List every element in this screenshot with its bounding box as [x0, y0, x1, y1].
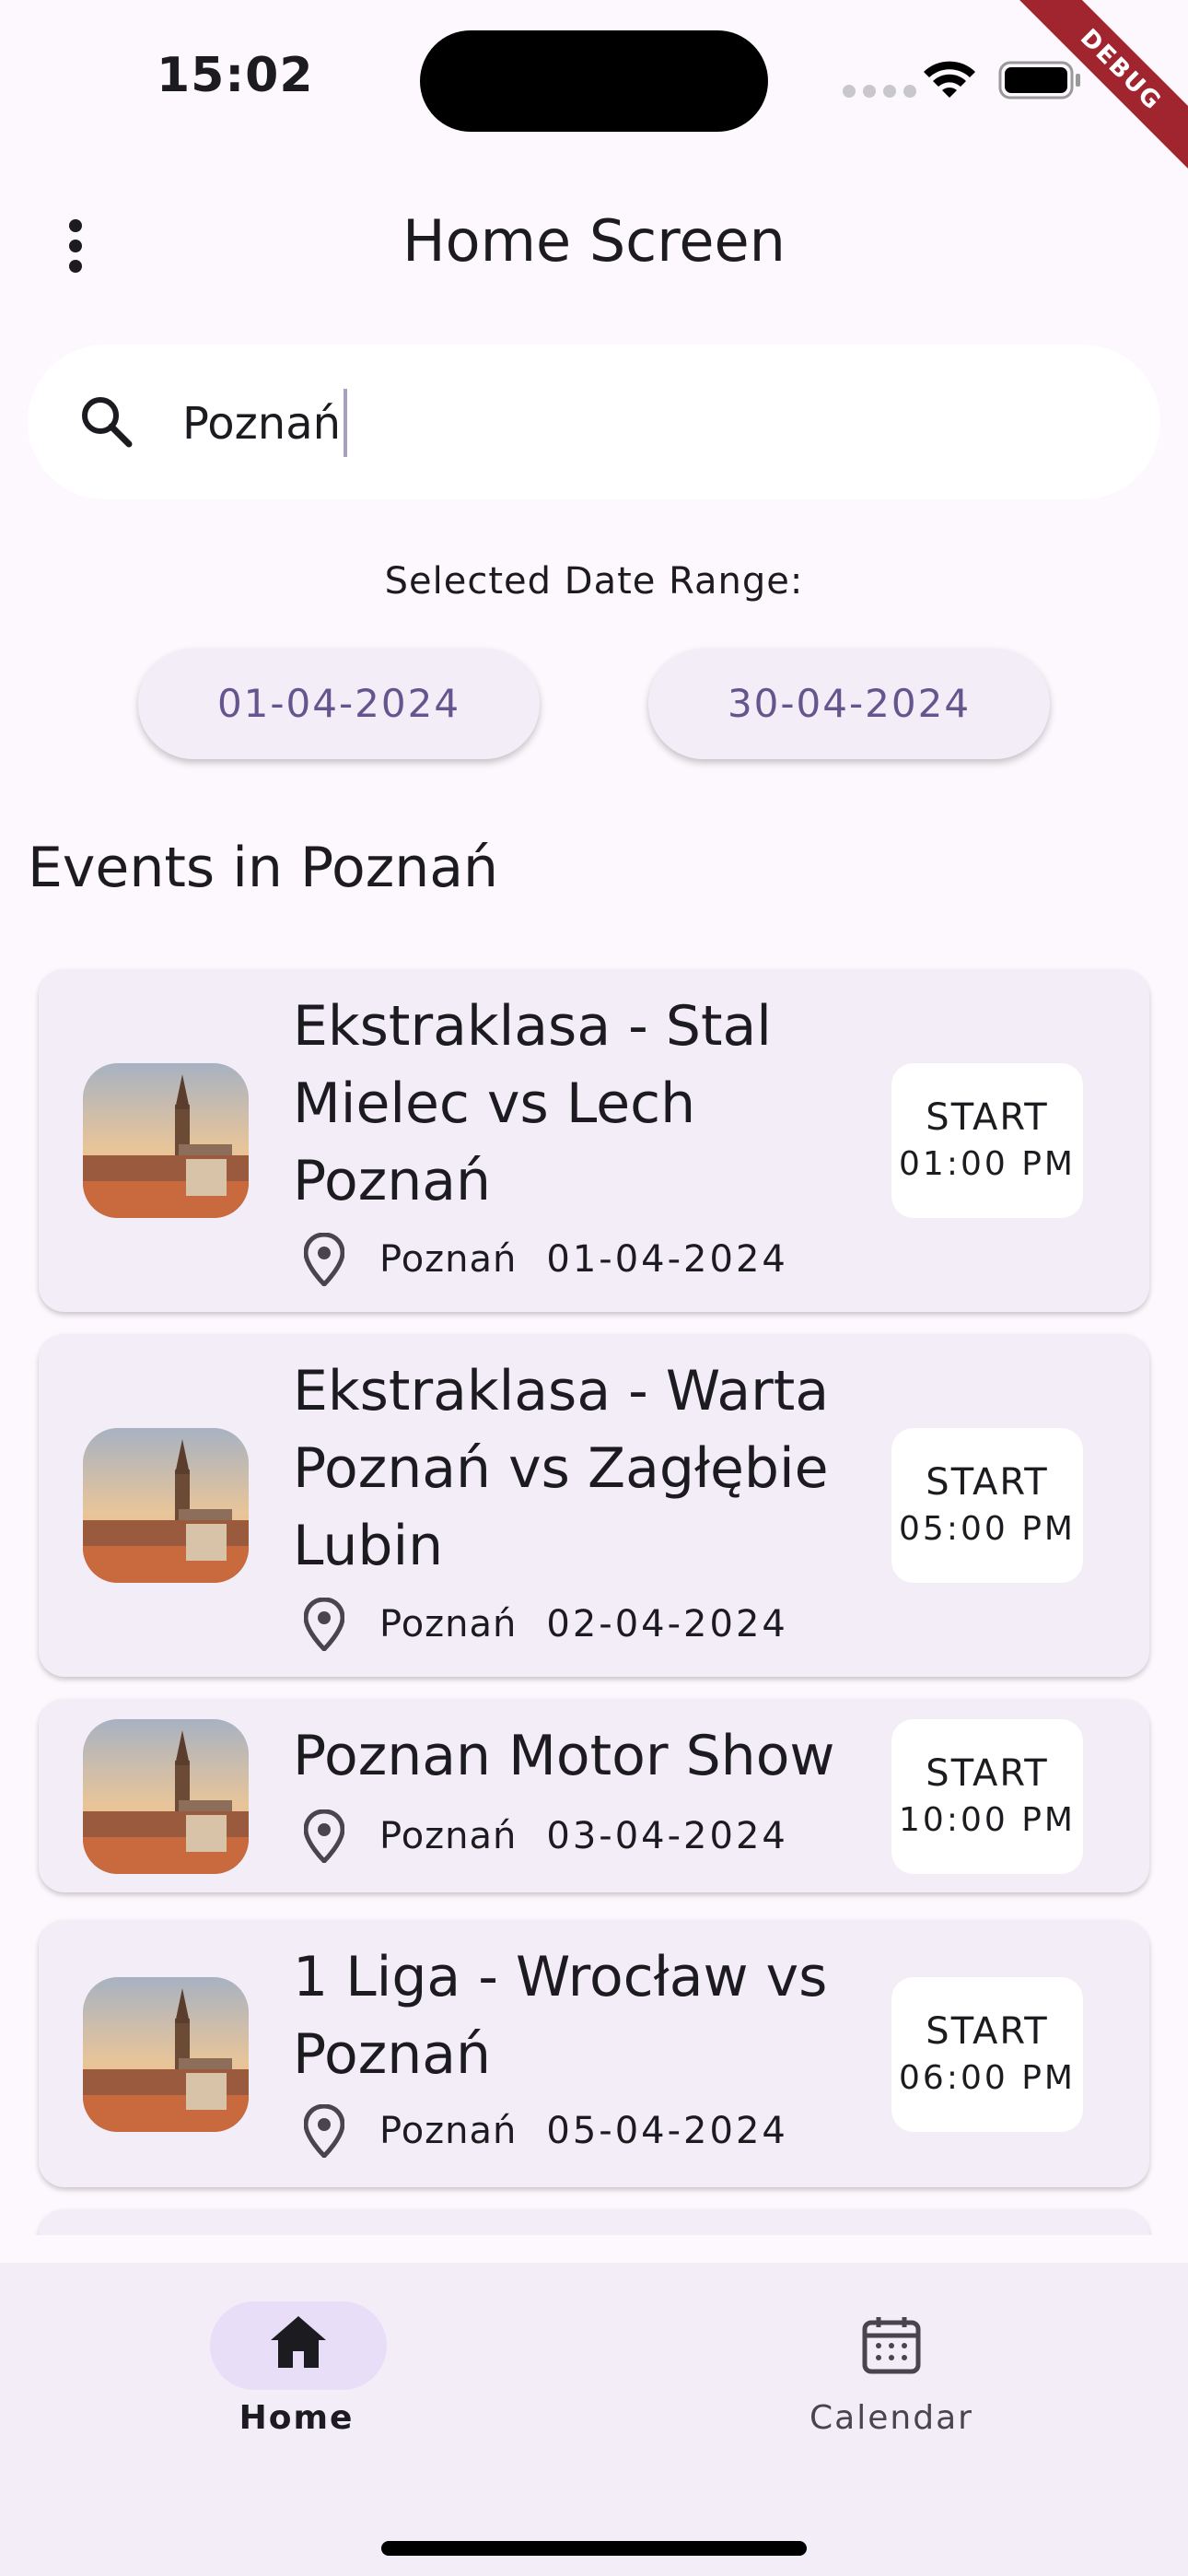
section-title: Events in Poznań [28, 836, 499, 900]
search-input[interactable] [182, 391, 1011, 457]
search-icon[interactable] [76, 391, 140, 455]
event-start-badge: START 06:00 PM [891, 1977, 1083, 2132]
home-icon[interactable] [267, 2313, 330, 2371]
bottom-navigation-bar [0, 2263, 1188, 2576]
event-card[interactable]: Poznan Motor Show Poznań 03-04-2024 STAR… [39, 1699, 1149, 1892]
event-date: 03-04-2024 [546, 1815, 788, 1857]
page-title: Home Screen [402, 207, 786, 275]
nav-calendar-label[interactable]: Calendar [799, 2399, 984, 2437]
event-meta: Poznań 05-04-2024 [304, 2104, 788, 2158]
event-meta: Poznań 02-04-2024 [304, 1598, 788, 1651]
dynamic-island [420, 30, 768, 132]
event-card[interactable]: Ekstraklasa - Warta Poznań vs Zagłębie Lub… [39, 1334, 1149, 1677]
text-cursor [344, 389, 347, 457]
event-title: Ekstraklasa - Warta Poznań vs Zagłębie Lub… [293, 1359, 830, 1578]
event-title: Poznan Motor Show [293, 1724, 835, 1788]
end-date-button[interactable]: 30-04-2024 [648, 649, 1050, 759]
date-range-caption: Selected Date Range: [384, 560, 804, 603]
event-city: Poznań [379, 1815, 518, 1857]
start-date-button[interactable]: 01-04-2024 [138, 649, 540, 759]
event-thumbnail [83, 1063, 249, 1218]
event-date: 02-04-2024 [546, 1603, 788, 1645]
cellular-signal-icon [843, 85, 916, 98]
wifi-icon [924, 61, 975, 98]
event-city: Poznań [379, 2110, 518, 2152]
event-date: 05-04-2024 [546, 2110, 788, 2152]
event-title: Ekstraklasa - Stal Mielec vs Lech Poznań [293, 994, 772, 1213]
event-meta: Poznań 03-04-2024 [304, 1809, 788, 1863]
event-title: 1 Liga - Wrocław vs Poznań [293, 1945, 828, 2087]
event-meta: Poznań 01-04-2024 [304, 1233, 788, 1286]
location-pin-icon [304, 2104, 344, 2158]
nav-home-label[interactable]: Home [212, 2399, 381, 2437]
battery-icon [998, 61, 1080, 100]
event-thumbnail [83, 1428, 249, 1583]
event-date: 01-04-2024 [546, 1238, 788, 1281]
event-city: Poznań [379, 1238, 518, 1281]
event-start-badge: START 01:00 PM [891, 1063, 1083, 1218]
event-city: Poznań [379, 1603, 518, 1645]
event-card[interactable]: 1 Liga - Wrocław vs Poznań Poznań 05-04-2… [39, 1920, 1149, 2187]
location-pin-icon [304, 1233, 344, 1286]
status-time: 15:02 [157, 48, 314, 103]
event-start-badge: START 05:00 PM [891, 1428, 1083, 1583]
location-pin-icon [304, 1809, 344, 1863]
events-list[interactable]: Ekstraklasa - Stal Mielec vs Lech Poznań P… [0, 958, 1188, 2235]
home-indicator [381, 2541, 807, 2556]
event-start-badge: START 10:00 PM [891, 1719, 1083, 1874]
location-pin-icon [304, 1598, 344, 1651]
event-card[interactable]: Ekstraklasa - Stal Mielec vs Lech Poznań P… [39, 969, 1149, 1312]
event-thumbnail [83, 1977, 249, 2132]
event-thumbnail [83, 1719, 249, 1874]
event-card[interactable] [39, 2209, 1149, 2235]
calendar-icon[interactable] [860, 2314, 923, 2375]
